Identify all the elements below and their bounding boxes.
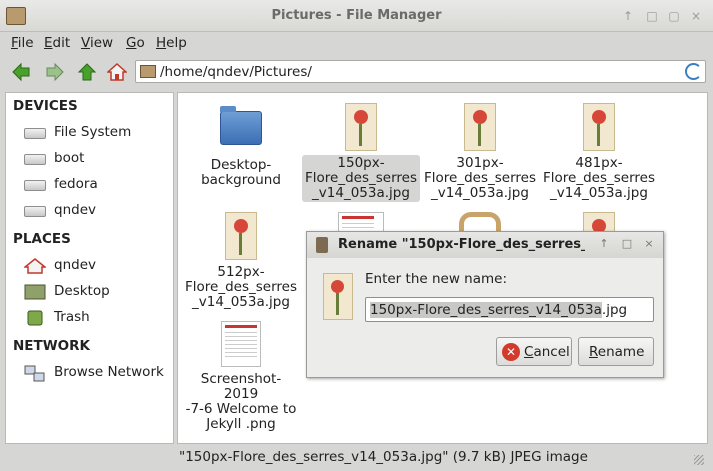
network-icon <box>24 365 45 382</box>
dialog-titlebar[interactable]: Rename "150px-Flore_des_serres_v14 ↑ □ × <box>307 232 663 258</box>
dialog-up-button[interactable]: ↑ <box>598 238 610 250</box>
reload-icon[interactable] <box>685 63 702 80</box>
up-arrow-icon[interactable] <box>77 62 97 82</box>
rename-tool-icon <box>316 237 328 253</box>
window-maximize-button[interactable]: ▢ <box>667 9 681 23</box>
folder-icon <box>140 65 156 78</box>
file-item-screenshot[interactable]: Screenshot-2019 -7-6 Welcome to Jekyll .… <box>182 321 300 433</box>
sidebar-item-label: boot <box>54 150 85 166</box>
sidebar-item-label: Desktop <box>54 283 110 299</box>
image-thumbnail-icon <box>464 103 496 151</box>
resize-grip[interactable] <box>694 455 704 465</box>
drive-icon <box>24 154 46 165</box>
sidebar-item-label: Trash <box>54 309 90 325</box>
cancel-label: Cancel <box>524 344 570 360</box>
menu-file[interactable]: File <box>11 35 34 51</box>
network-header: NETWORK <box>13 338 90 354</box>
menu-bar: File Edit View Go Help <box>0 32 713 54</box>
file-item-512px[interactable]: 512px- Flore_des_serres _v14_053a.jpg <box>182 212 300 311</box>
home-icon[interactable] <box>107 62 127 82</box>
file-item-301px[interactable]: 301px- Flore_des_serres _v14_053a.jpg <box>421 103 539 202</box>
sidebar-item-label: qndev <box>54 257 96 273</box>
sidebar-item-browse-network[interactable]: Browse Network <box>24 362 172 384</box>
places-header: PLACES <box>13 231 71 247</box>
file-label: 301px- Flore_des_serres _v14_053a.jpg <box>424 155 536 201</box>
home-icon <box>24 258 46 274</box>
window-up-button[interactable]: ↑ <box>621 9 635 23</box>
desktop-icon <box>24 284 46 300</box>
sidebar-item-label: fedora <box>54 176 98 192</box>
file-item-150px[interactable]: 150px- Flore_des_serres _v14_053a.jpg <box>302 103 420 202</box>
file-label: 481px- Flore_des_serres _v14_053a.jpg <box>543 155 655 201</box>
rename-button[interactable]: Rename <box>578 337 654 366</box>
rename-dialog: Rename "150px-Flore_des_serres_v14 ↑ □ ×… <box>306 231 664 378</box>
dialog-prompt: Enter the new name: <box>365 271 508 287</box>
file-label: 150px- Flore_des_serres _v14_053a.jpg <box>302 155 420 202</box>
sidebar-item-file-system[interactable]: File System <box>24 122 172 144</box>
status-bar: "150px-Flore_des_serres_v14_053a.jpg" (9… <box>177 448 708 468</box>
window-minimize-button[interactable]: □ <box>645 9 659 23</box>
window-titlebar[interactable]: Pictures - File Manager ↑ □ ▢ × <box>0 0 713 32</box>
back-arrow-icon[interactable] <box>11 62 31 82</box>
extension-text: .jpg <box>601 302 628 318</box>
rename-input[interactable]: 150px-Flore_des_serres_v14_053a.jpg <box>365 297 654 322</box>
sidebar-item-qndev-device[interactable]: qndev <box>24 200 172 222</box>
drive-icon <box>24 206 46 217</box>
sidebar-item-desktop[interactable]: Desktop <box>24 281 172 303</box>
devices-header: DEVICES <box>13 98 78 114</box>
trash-icon <box>27 310 43 326</box>
cancel-button[interactable]: ✕ Cancel <box>496 337 572 366</box>
sidebar-item-fedora[interactable]: fedora <box>24 174 172 196</box>
sidebar: DEVICES File System boot fedora qndev PL… <box>5 92 174 444</box>
image-thumbnail-icon <box>345 103 377 151</box>
file-label: Screenshot-2019 -7-6 Welcome to Jekyll .… <box>185 371 297 432</box>
dialog-title: Rename "150px-Flore_des_serres_v14 <box>338 237 615 252</box>
image-thumbnail-icon <box>225 212 257 260</box>
image-thumbnail-icon <box>221 321 261 367</box>
location-bar[interactable]: /home/qndev/Pictures/ <box>135 60 706 83</box>
menu-go[interactable]: Go <box>126 35 145 51</box>
file-label: Desktop- background <box>201 157 281 188</box>
rename-label: Rename <box>589 344 645 360</box>
folder-icon <box>220 106 262 145</box>
dialog-close-button[interactable]: × <box>643 238 655 250</box>
location-path[interactable]: /home/qndev/Pictures/ <box>160 64 312 80</box>
status-text: "150px-Flore_des_serres_v14_053a.jpg" (9… <box>179 449 588 465</box>
menu-view[interactable]: View <box>81 35 113 51</box>
sidebar-item-label: Browse Network <box>54 364 164 380</box>
file-label: 512px- Flore_des_serres _v14_053a.jpg <box>185 264 297 310</box>
cancel-icon: ✕ <box>502 343 520 361</box>
drive-icon <box>24 180 46 191</box>
sidebar-item-label: File System <box>54 124 132 140</box>
file-item-481px[interactable]: 481px- Flore_des_serres _v14_053a.jpg <box>540 103 658 202</box>
harddisk-icon <box>24 128 46 139</box>
menu-edit[interactable]: Edit <box>44 35 70 51</box>
sidebar-item-qndev-home[interactable]: qndev <box>24 255 172 277</box>
forward-arrow-icon[interactable] <box>45 62 65 82</box>
file-item-desktop-background[interactable]: Desktop- background <box>182 103 300 189</box>
window-close-button[interactable]: × <box>689 9 703 23</box>
dialog-window-buttons: ↑ □ × <box>585 232 663 258</box>
sidebar-item-boot[interactable]: boot <box>24 148 172 170</box>
menu-help[interactable]: Help <box>156 35 187 51</box>
dialog-maximize-button[interactable]: □ <box>621 238 633 250</box>
selected-text: 150px-Flore_des_serres_v14_053a <box>370 302 602 318</box>
sidebar-item-trash[interactable]: Trash <box>24 307 172 329</box>
sidebar-item-label: qndev <box>54 202 96 218</box>
image-thumbnail-icon <box>323 273 353 320</box>
image-thumbnail-icon <box>583 103 615 151</box>
window-title: Pictures - File Manager <box>271 8 442 23</box>
